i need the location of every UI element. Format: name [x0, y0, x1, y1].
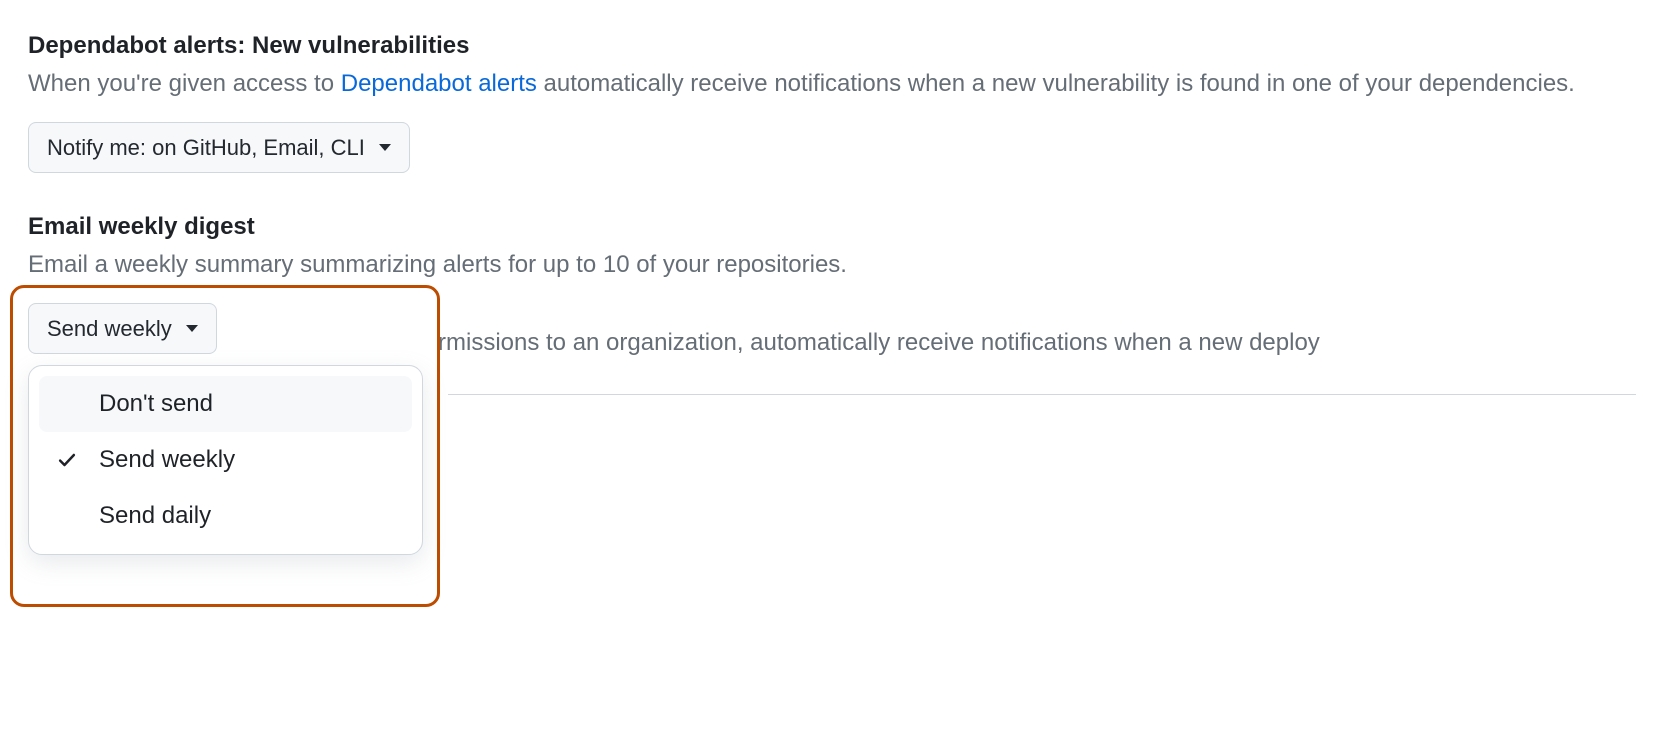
- desc-text-before: When you're given access to: [28, 70, 341, 97]
- dependabot-alerts-section: Dependabot alerts: New vulnerabilities W…: [28, 32, 1636, 173]
- dependabot-alerts-description: When you're given access to Dependabot a…: [28, 66, 1636, 102]
- check-icon: [57, 450, 77, 470]
- dropdown-item-send-weekly[interactable]: Send weekly: [39, 432, 412, 488]
- caret-down-icon: [379, 144, 391, 151]
- notify-me-button-label: Notify me: on GitHub, Email, CLI: [47, 131, 365, 164]
- digest-dropdown-wrapper: Send weekly Don't send Send weekly Send …: [28, 303, 217, 354]
- send-frequency-dropdown-menu: Don't send Send weekly Send daily: [28, 365, 423, 555]
- email-weekly-digest-title: Email weekly digest: [28, 213, 1636, 241]
- dropdown-item-label: Send weekly: [99, 446, 235, 474]
- dropdown-item-label: Send daily: [99, 502, 211, 530]
- dependabot-alerts-link[interactable]: Dependabot alerts: [341, 70, 537, 97]
- caret-down-icon: [186, 325, 198, 332]
- send-frequency-button-label: Send weekly: [47, 312, 172, 345]
- dropdown-item-label: Don't send: [99, 390, 213, 418]
- send-frequency-dropdown-button[interactable]: Send weekly: [28, 303, 217, 354]
- section-divider: [448, 394, 1636, 395]
- check-slot: [57, 450, 99, 470]
- partial-next-section-description: rmissions to an organization, automatica…: [28, 325, 1636, 361]
- dropdown-item-send-daily[interactable]: Send daily: [39, 488, 412, 544]
- email-weekly-digest-description: Email a weekly summary summarizing alert…: [28, 247, 1636, 283]
- desc-text-after: automatically receive notifications when…: [537, 70, 1575, 97]
- dropdown-item-dont-send[interactable]: Don't send: [39, 376, 412, 432]
- dependabot-alerts-title: Dependabot alerts: New vulnerabilities: [28, 32, 1636, 60]
- notify-me-dropdown-button[interactable]: Notify me: on GitHub, Email, CLI: [28, 122, 410, 173]
